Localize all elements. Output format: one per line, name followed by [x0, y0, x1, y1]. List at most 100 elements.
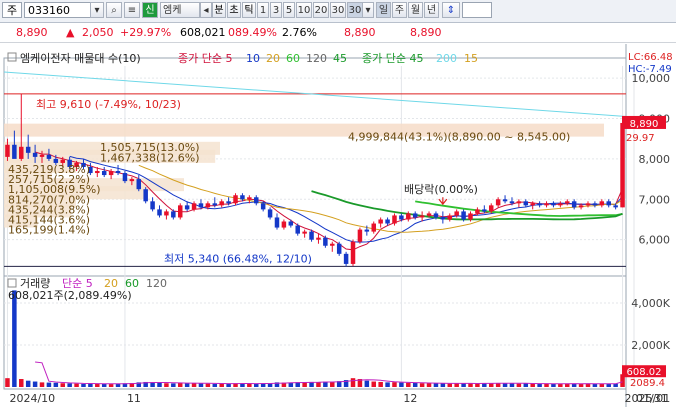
volume-bar: [198, 383, 204, 387]
period-tab-30-9[interactable]: 30: [347, 2, 363, 18]
current-price: 8,890: [16, 26, 48, 39]
candle-body: [330, 243, 335, 246]
candle-body: [288, 221, 294, 226]
candle-body: [164, 211, 169, 216]
candle-body: [385, 219, 390, 224]
settings-button[interactable]: ≡: [124, 2, 140, 18]
candle-body: [240, 195, 245, 200]
candle-body: [613, 205, 618, 208]
volume-bar: [67, 383, 72, 387]
candle-body: [295, 225, 300, 234]
candle-body: [620, 122, 625, 208]
period-tab-1-3[interactable]: 1: [257, 2, 269, 18]
up-arrow-icon: ▲: [66, 26, 75, 39]
market-select[interactable]: 주: [2, 2, 22, 18]
volume-bar: [74, 383, 79, 387]
candle-body: [260, 203, 266, 210]
stock-name-button[interactable]: 엠케: [160, 2, 200, 18]
volume-bar: [108, 384, 114, 387]
candle-body: [267, 209, 273, 218]
volume-bar: [212, 383, 218, 387]
volume-tick-label: 2,000K: [631, 339, 670, 352]
candle-body: [46, 154, 52, 159]
period-dropdown-button[interactable]: ▾: [362, 2, 374, 18]
ma-legend-value: 200: [436, 52, 457, 65]
credit-badge[interactable]: 신: [142, 2, 158, 18]
volume-bar: [433, 383, 439, 387]
candle-body: [406, 213, 411, 220]
prev-period-button[interactable]: ◂: [200, 2, 212, 18]
volume-bar: [101, 383, 107, 387]
candle-body: [316, 237, 321, 240]
change-rate: +29.97%: [120, 26, 172, 39]
volume-bar: [95, 383, 100, 387]
volume-bar: [81, 383, 86, 387]
extra-input[interactable]: [462, 2, 492, 18]
candle-body: [247, 197, 252, 200]
candle-body: [198, 203, 204, 208]
period-tab-초-1[interactable]: 초: [227, 2, 241, 18]
period-tab-30-8[interactable]: 30: [330, 2, 346, 18]
price-tick-label: 6,000: [639, 234, 671, 247]
candle-body: [191, 203, 197, 210]
candle-body: [585, 203, 591, 206]
volume-bar: [205, 383, 211, 387]
period-tab-분-0[interactable]: 분: [212, 2, 226, 18]
candle-body: [115, 171, 121, 174]
search-button[interactable]: ⌕: [106, 2, 122, 18]
candle-body: [122, 173, 128, 182]
date-tick-label: 01/31: [636, 392, 668, 405]
price-info-bar: 8,890 ▲ 2,050 +29.97% 608,021 089.49% 2.…: [0, 24, 676, 43]
candle-body: [281, 221, 287, 228]
candle-body: [578, 205, 584, 208]
range-tab-3[interactable]: 년: [424, 2, 439, 18]
volume-bar: [551, 383, 556, 387]
candle-body: [219, 201, 224, 206]
volume-legend-ma-value: 120: [146, 277, 167, 290]
candle-body: [558, 203, 563, 206]
candle-body: [129, 179, 135, 182]
min-price-label: 최저 5,340 (66.48%, 12/10): [164, 252, 312, 265]
volume-bar: [585, 383, 591, 387]
volume-bar: [60, 383, 65, 387]
max-price-label: 최고 9,610 (-7.49%, 10/23): [36, 98, 181, 111]
candle-body: [39, 154, 45, 157]
volume-bar: [475, 383, 480, 387]
volume-bar: [254, 383, 259, 387]
volume-bar: [406, 382, 411, 387]
bars-icon: ≡: [127, 5, 137, 16]
candle-body: [482, 209, 487, 212]
candle-body: [606, 201, 611, 206]
volume-bar: [426, 383, 432, 387]
period-tab-3-4[interactable]: 3: [270, 2, 282, 18]
volume-bar: [523, 383, 529, 387]
range-tab-0[interactable]: 일: [376, 2, 391, 18]
period-tab-5-5[interactable]: 5: [283, 2, 295, 18]
candle-body: [495, 199, 501, 206]
ma-legend-label-2: 종가 단순 45: [362, 52, 423, 65]
volume-bar: [32, 381, 38, 387]
stock-code-value: 033160: [28, 4, 70, 17]
updown-button[interactable]: ⇕: [442, 2, 460, 18]
volume-bar: [392, 382, 397, 387]
code-dropdown-button[interactable]: ▾: [90, 2, 104, 18]
volume-value: 608,021: [180, 26, 226, 39]
period-tab-20-7[interactable]: 20: [313, 2, 329, 18]
candle-body: [177, 205, 183, 218]
ma-legend-label-1: 종가 단순 5: [178, 52, 232, 65]
volume-bar: [226, 383, 231, 387]
candle-body: [274, 217, 280, 228]
candle-body: [516, 201, 522, 204]
volume-tag-label: 608.02: [627, 367, 662, 378]
market-label: 주: [6, 4, 18, 17]
range-tab-1[interactable]: 주: [392, 2, 407, 18]
period-tab-10-6[interactable]: 10: [296, 2, 312, 18]
volume-bar: [302, 382, 307, 387]
stock-chart[interactable]: 10,0009,0008,0007,0006,0004,000K2,000K20…: [0, 44, 676, 407]
range-tab-2[interactable]: 월: [408, 2, 423, 18]
volume-bar: [25, 380, 31, 387]
period-tab-틱-2[interactable]: 틱: [242, 2, 256, 18]
volume-bar: [399, 382, 404, 387]
volume-last-label: 608,021주(2,089.49%): [8, 289, 132, 302]
candle-body: [475, 209, 480, 214]
